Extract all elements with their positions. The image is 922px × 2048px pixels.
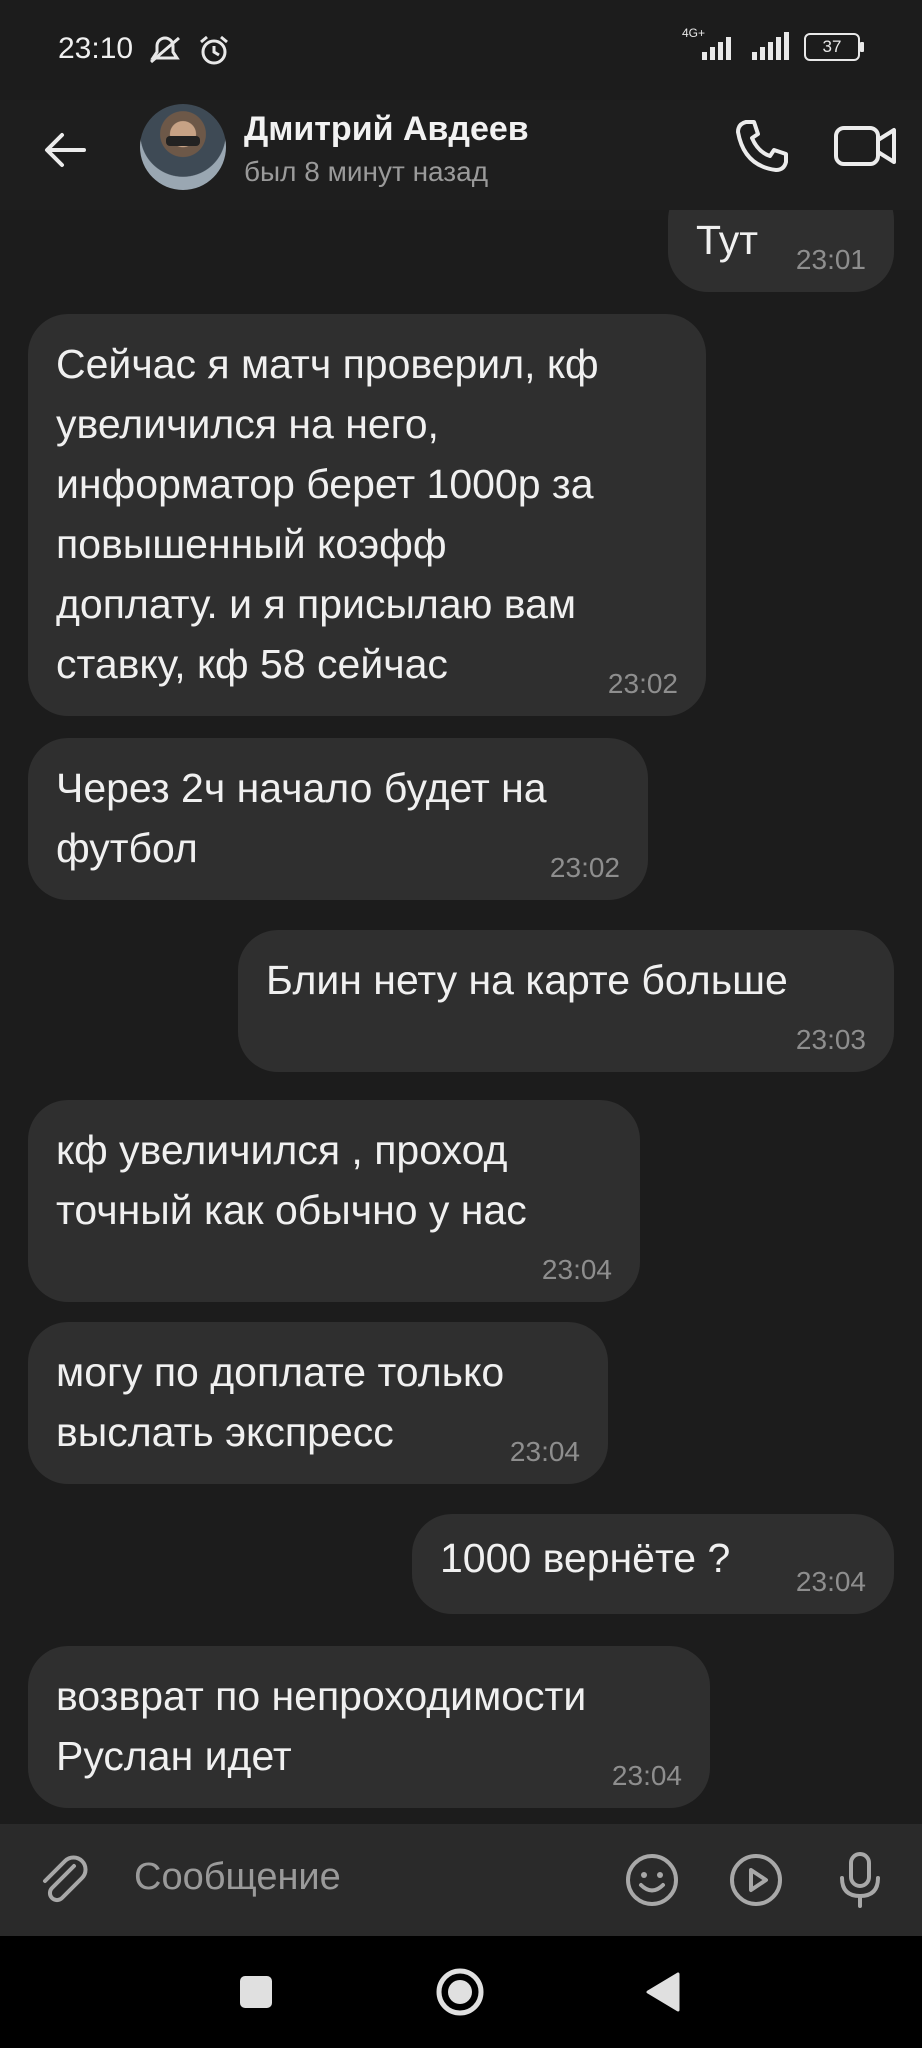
- video-message-button[interactable]: [726, 1850, 786, 1910]
- home-button[interactable]: [434, 1966, 486, 2018]
- triangle-back-icon: [646, 1972, 680, 2012]
- video-camera-icon: [834, 126, 896, 166]
- signal-icon: [752, 32, 789, 60]
- contact-status: был 8 минут назад: [244, 156, 489, 187]
- message-incoming[interactable]: кф увеличился , проход точный как обычно…: [28, 1100, 640, 1302]
- message-incoming[interactable]: Сейчас я матч проверил, кф увеличился на…: [28, 314, 706, 716]
- message-time: 23:02: [607, 668, 678, 699]
- battery-level: 37: [822, 37, 842, 56]
- battery-indicator: 37: [804, 33, 864, 61]
- emoji-button[interactable]: [622, 1850, 682, 1910]
- status-bar: 23:10 4G+ 37: [0, 0, 922, 100]
- message-text: кф увеличился , проход точный как обычно…: [56, 1127, 527, 1233]
- circle-icon: [436, 1968, 484, 2016]
- system-nav-bar: [0, 1936, 922, 2048]
- alarm-icon: [200, 35, 228, 65]
- phone-icon: [736, 120, 788, 172]
- message-text: Блин нету на карте больше: [266, 957, 788, 1003]
- arrow-left-icon: [45, 133, 86, 167]
- message-time: 23:04: [541, 1254, 612, 1285]
- message-time: 23:01: [795, 244, 866, 275]
- microphone-icon: [840, 1852, 880, 1908]
- message-incoming[interactable]: Через 2ч начало будет на футбол 23:02: [28, 738, 648, 900]
- message-incoming[interactable]: возврат по непроходимости Руслан идет 23…: [28, 1646, 710, 1808]
- chat-header: Дмитрий Авдеев был 8 минут назад: [0, 100, 922, 210]
- contact-name[interactable]: Дмитрий Авдеев: [244, 110, 529, 149]
- message-time: 23:04: [795, 1566, 866, 1597]
- message-time: 23:03: [795, 1024, 866, 1055]
- attach-button[interactable]: [34, 1850, 94, 1910]
- voice-message-button[interactable]: [830, 1848, 890, 1912]
- back-button[interactable]: [38, 122, 94, 178]
- square-icon: [240, 1976, 272, 2008]
- avatar[interactable]: [140, 104, 226, 190]
- message-outgoing[interactable]: Блин нету на карте больше 23:03: [238, 930, 894, 1072]
- message-time: 23:02: [549, 852, 620, 883]
- message-incoming[interactable]: могу по доплате только выслать экспресс …: [28, 1322, 608, 1484]
- message-outgoing[interactable]: 1000 вернёте ? 23:04: [412, 1514, 894, 1614]
- message-time: 23:04: [611, 1760, 682, 1791]
- smiley-icon: [626, 1854, 678, 1906]
- message-list[interactable]: Тут 23:01 Сейчас я матч проверил, кф уве…: [0, 210, 922, 1824]
- message-text: возврат по непроходимости Руслан идет: [56, 1673, 587, 1779]
- play-circle-icon: [730, 1854, 782, 1906]
- composer: Сообщение: [0, 1824, 922, 1936]
- message-text: Через 2ч начало будет на футбол: [56, 765, 547, 871]
- recents-button[interactable]: [236, 1972, 276, 2012]
- paperclip-icon: [43, 1855, 88, 1903]
- video-call-button[interactable]: [830, 114, 900, 178]
- message-input[interactable]: Сообщение: [134, 1856, 341, 1899]
- call-button[interactable]: [730, 114, 794, 178]
- message-text: Сейчас я матч проверил, кф увеличился на…: [56, 341, 599, 687]
- signal-4g-icon: 4G+: [682, 26, 738, 62]
- message-time: 23:04: [509, 1436, 580, 1467]
- back-nav-button[interactable]: [640, 1968, 684, 2016]
- status-time: 23:10: [58, 32, 134, 65]
- muted-notifications-icon: [150, 36, 180, 64]
- message-outgoing[interactable]: Тут 23:01: [668, 210, 894, 292]
- message-text: могу по доплате только выслать экспресс: [56, 1349, 505, 1455]
